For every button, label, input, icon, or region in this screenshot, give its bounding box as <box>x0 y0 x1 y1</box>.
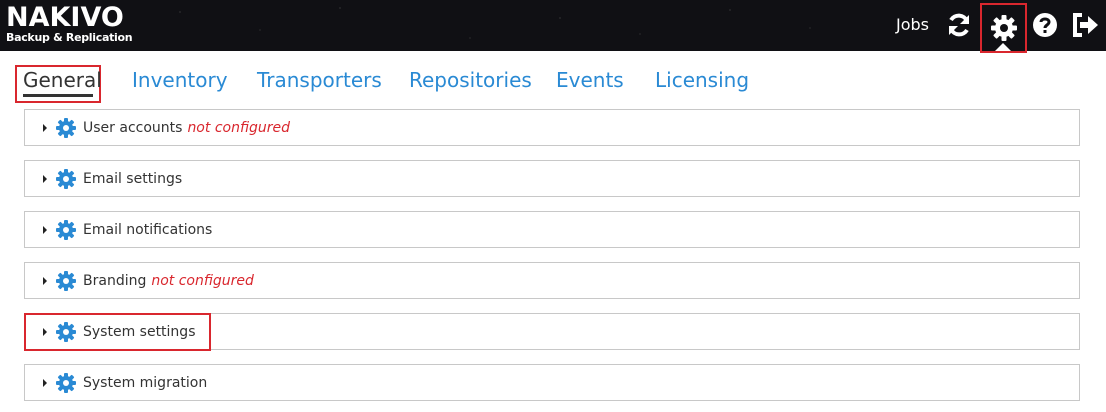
gear-icon <box>56 219 76 240</box>
section-branding[interactable]: Branding not configured <box>24 262 1080 299</box>
section-status: not configured <box>151 272 254 289</box>
gear-icon <box>56 372 76 393</box>
gear-icon <box>56 270 76 291</box>
tab-general[interactable]: General <box>23 68 102 92</box>
expand-caret-icon <box>43 276 47 285</box>
gear-icon <box>56 168 76 189</box>
tab-events[interactable]: Events <box>556 68 624 92</box>
section-label: System migration <box>83 374 208 391</box>
help-icon[interactable] <box>1030 10 1060 40</box>
expand-caret-icon <box>43 225 47 234</box>
section-user-accounts[interactable]: User accounts not configured <box>24 109 1080 146</box>
system-settings-highlight-box <box>24 313 211 351</box>
logout-icon[interactable] <box>1070 10 1100 40</box>
active-tab-underline <box>23 94 93 97</box>
expand-caret-icon <box>43 123 47 132</box>
logo-sub-text: Backup & Replication <box>6 31 133 44</box>
refresh-icon[interactable] <box>944 10 974 40</box>
section-label: Email settings <box>83 170 183 187</box>
active-indicator-caret <box>995 43 1011 51</box>
section-system-migration[interactable]: System migration <box>24 364 1080 401</box>
section-email-notifications[interactable]: Email notifications <box>24 211 1080 248</box>
section-email-settings[interactable]: Email settings <box>24 160 1080 197</box>
settings-tabs: General Inventory Transporters Repositor… <box>0 51 1106 103</box>
top-bar: NAKIVO Backup & Replication Jobs <box>0 0 1106 53</box>
expand-caret-icon <box>43 174 47 183</box>
section-label: User accounts <box>83 119 183 136</box>
nakivo-logo[interactable]: NAKIVO Backup & Replication <box>6 2 133 45</box>
expand-caret-icon <box>43 378 47 387</box>
tab-inventory[interactable]: Inventory <box>132 68 228 92</box>
gear-icon <box>990 15 1017 41</box>
section-status: not configured <box>187 119 291 136</box>
logo-main-text: NAKIVO <box>6 2 124 33</box>
jobs-link[interactable]: Jobs <box>896 15 929 34</box>
gear-icon <box>56 117 76 138</box>
tab-transporters[interactable]: Transporters <box>257 68 382 92</box>
section-label: Email notifications <box>83 221 213 238</box>
section-label: Branding <box>83 272 147 289</box>
tab-licensing[interactable]: Licensing <box>655 68 749 92</box>
tab-repositories[interactable]: Repositories <box>409 68 532 92</box>
